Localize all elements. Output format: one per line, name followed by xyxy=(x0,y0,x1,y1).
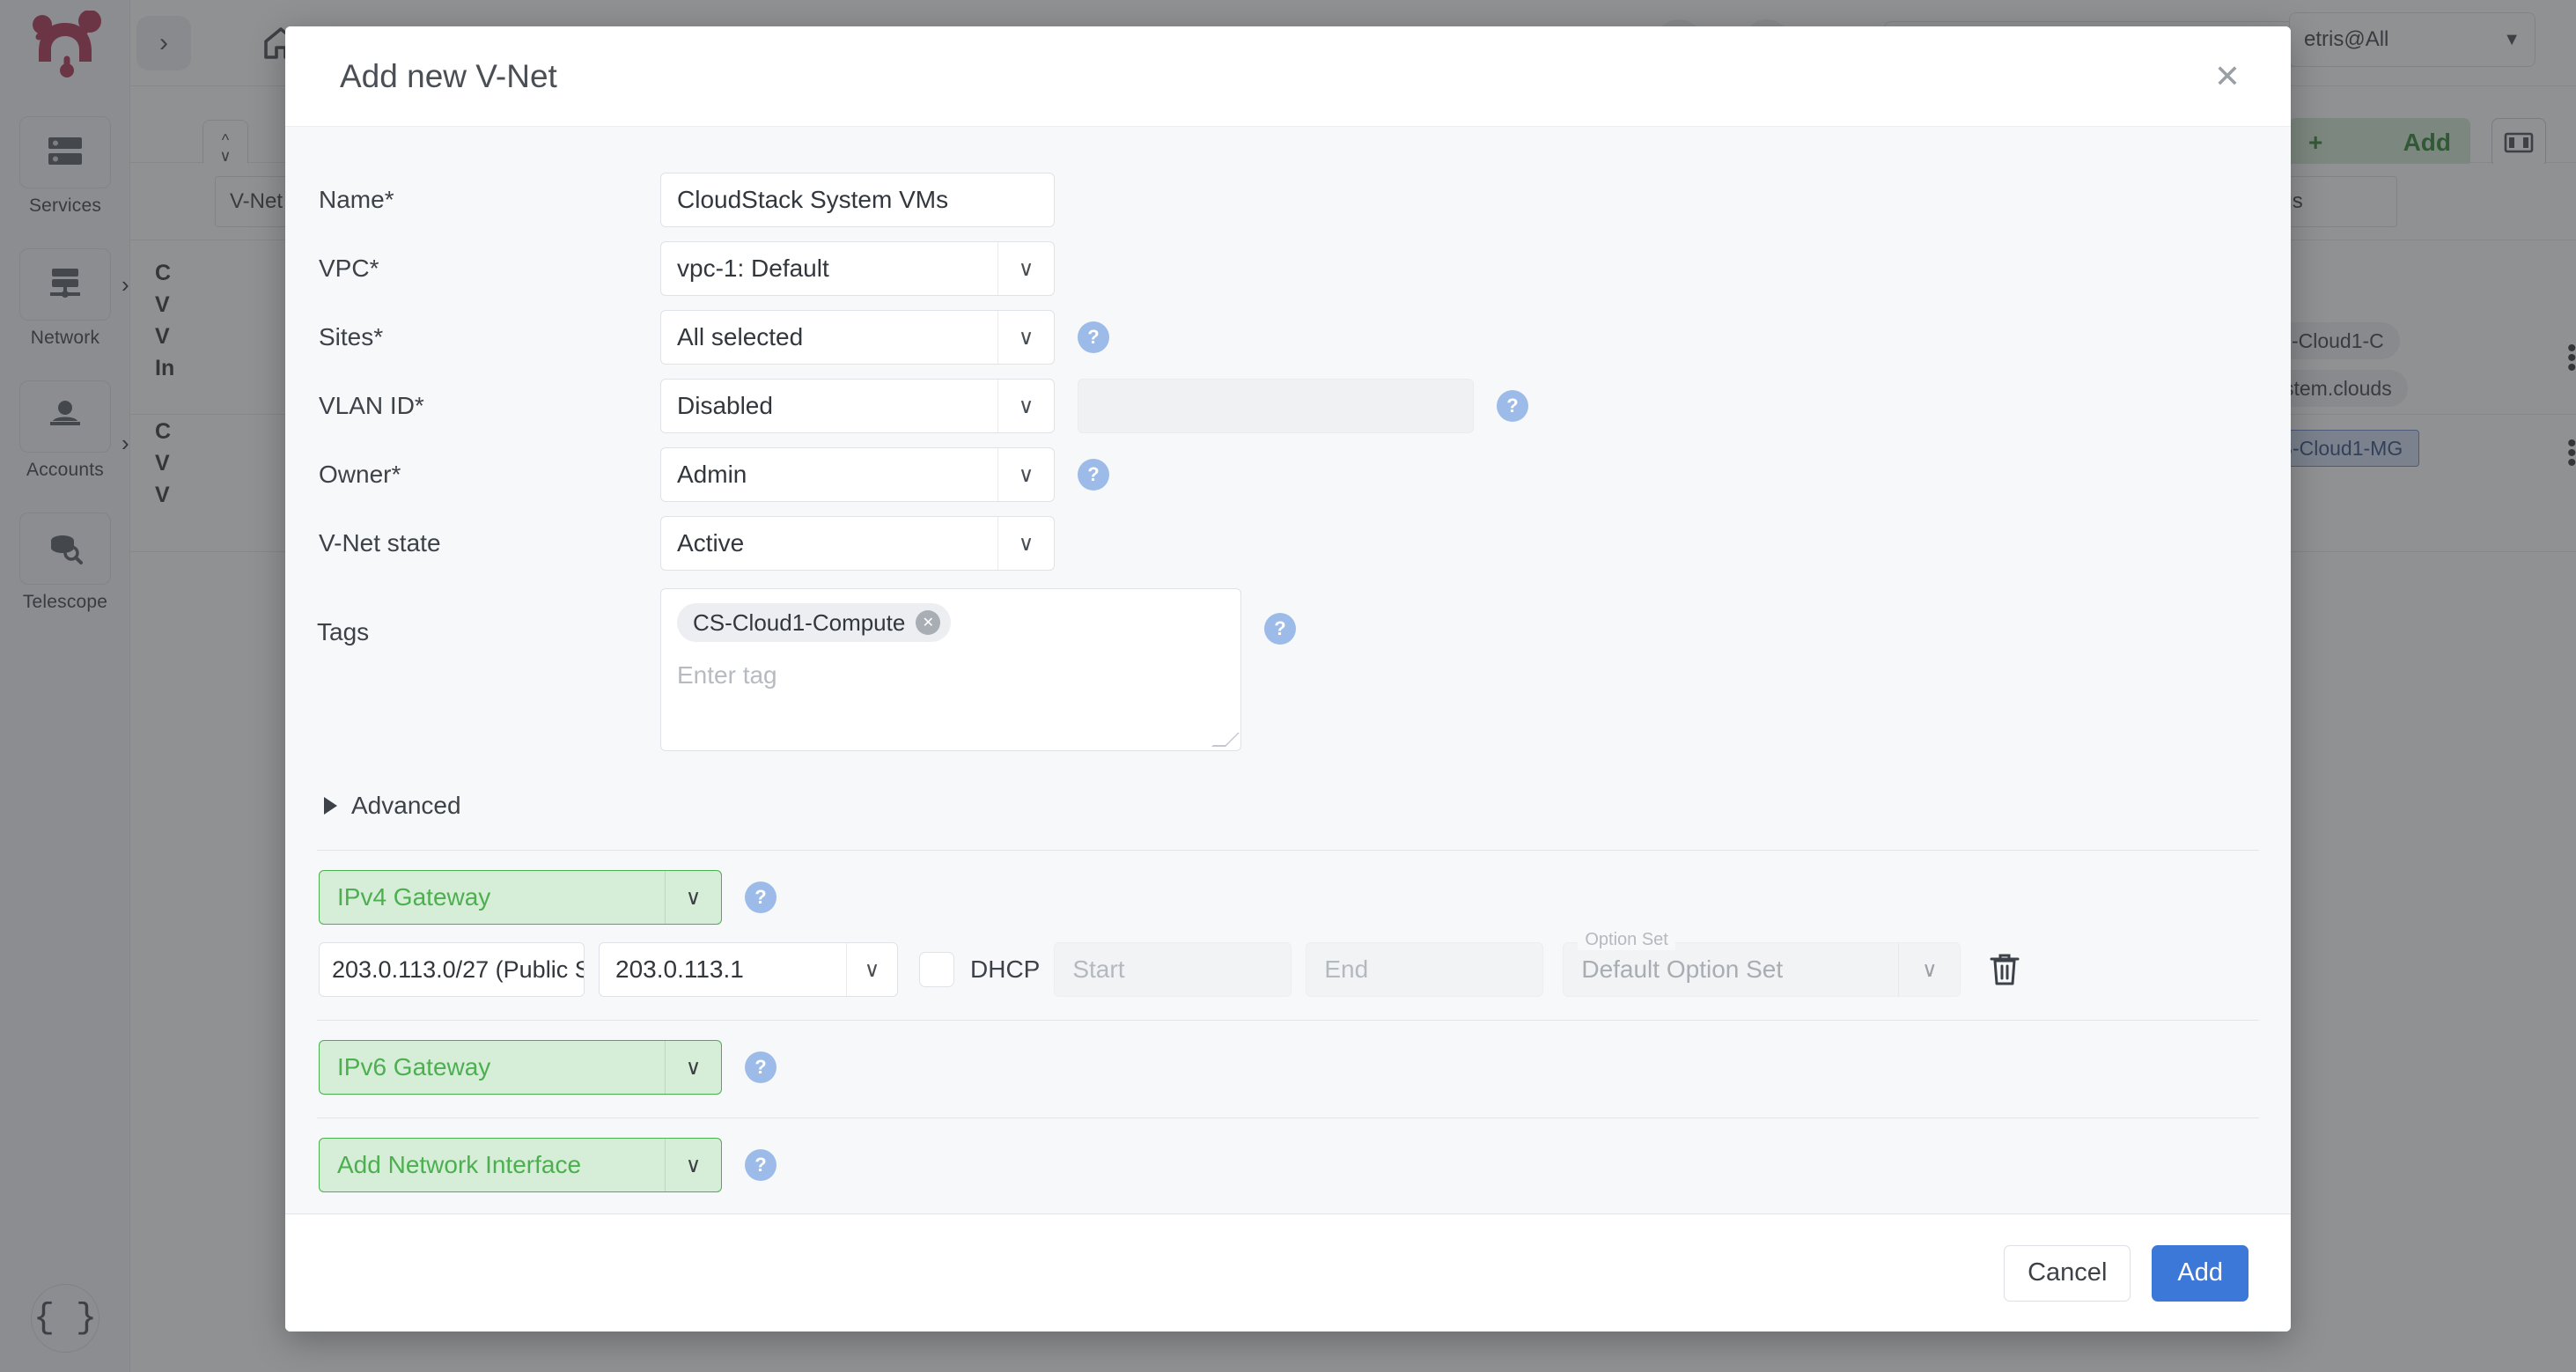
dhcp-end-input[interactable]: End xyxy=(1306,942,1543,997)
dhcp-label: DHCP xyxy=(970,955,1040,984)
dialog-title: Add new V-Net xyxy=(340,58,557,95)
tag-chip[interactable]: CS-Cloud1-Compute ✕ xyxy=(677,603,951,642)
field-row-sites: Sites* All selected ∨ ? xyxy=(317,303,2259,372)
owner-select-value: Admin xyxy=(677,461,747,489)
vnet-state-value: Active xyxy=(677,529,744,557)
resize-handle[interactable] xyxy=(1211,733,1240,747)
chevron-down-icon: ∨ xyxy=(997,517,1054,570)
ipv6-gateway-label: IPv6 Gateway xyxy=(337,1053,490,1081)
field-label-vnet-state: V-Net state xyxy=(317,529,660,557)
ipv4-gateway-button[interactable]: IPv4 Gateway ∨ xyxy=(319,870,722,925)
vlan-mode-select[interactable]: Disabled ∨ xyxy=(660,379,1055,433)
field-row-vpc: VPC* vpc-1: Default ∨ xyxy=(317,234,2259,303)
ipv4-gateway-section: IPv4 Gateway ∨ ? xyxy=(319,870,2259,925)
option-set-value: Default Option Set xyxy=(1581,955,1783,984)
chevron-down-icon: ∨ xyxy=(997,311,1054,364)
dialog-body: Name* CloudStack System VMs VPC* vpc-1: … xyxy=(285,127,2291,1213)
ipv6-gateway-help-icon[interactable]: ? xyxy=(745,1051,776,1083)
ipv4-gateway-row: 203.0.113.0/27 (Public Subnet f... 203.0… xyxy=(319,942,2259,997)
add-vnet-dialog: Add new V-Net ✕ Name* CloudStack System … xyxy=(285,26,2291,1331)
tags-help-icon[interactable]: ? xyxy=(1264,613,1296,645)
chevron-down-icon: ∨ xyxy=(665,1139,721,1191)
field-label-vlan-id: VLAN ID* xyxy=(317,392,660,420)
trash-icon[interactable] xyxy=(1987,950,2022,989)
field-row-owner: Owner* Admin ∨ ? xyxy=(317,440,2259,509)
dhcp-start-input[interactable]: Start xyxy=(1054,942,1292,997)
vlan-id-help-icon[interactable]: ? xyxy=(1497,390,1528,422)
chevron-down-icon: ∨ xyxy=(665,871,721,924)
vlan-mode-value: Disabled xyxy=(677,392,773,420)
divider xyxy=(317,850,2259,851)
field-row-name: Name* CloudStack System VMs xyxy=(317,166,2259,234)
vpc-select-value: vpc-1: Default xyxy=(677,254,829,283)
field-label-name: Name* xyxy=(317,186,660,214)
dialog-header: Add new V-Net ✕ xyxy=(285,26,2291,127)
chevron-down-icon: ∨ xyxy=(997,242,1054,295)
divider xyxy=(317,1020,2259,1021)
sites-help-icon[interactable]: ? xyxy=(1078,321,1109,353)
vlan-id-input xyxy=(1078,379,1474,433)
field-label-tags: Tags xyxy=(317,588,660,646)
triangle-right-icon xyxy=(324,797,337,815)
owner-select[interactable]: Admin ∨ xyxy=(660,447,1055,502)
sites-select-value: All selected xyxy=(677,323,803,351)
advanced-label: Advanced xyxy=(351,792,461,820)
vnet-state-select[interactable]: Active ∨ xyxy=(660,516,1055,571)
cancel-button[interactable]: Cancel xyxy=(2004,1245,2131,1302)
chevron-down-icon: ∨ xyxy=(997,380,1054,432)
sites-select[interactable]: All selected ∨ xyxy=(660,310,1055,365)
add-network-interface-section: Add Network Interface ∨ ? xyxy=(319,1138,2259,1192)
chevron-down-icon: ∨ xyxy=(846,943,897,996)
field-label-vpc: VPC* xyxy=(317,254,660,283)
field-row-vnet-state: V-Net state Active ∨ xyxy=(317,509,2259,578)
gateway-ip-value: 203.0.113.1 xyxy=(615,955,744,984)
field-row-vlan-id: VLAN ID* Disabled ∨ ? xyxy=(317,372,2259,440)
add-button[interactable]: Add xyxy=(2152,1245,2248,1302)
add-network-interface-label: Add Network Interface xyxy=(337,1151,581,1179)
dhcp-checkbox[interactable] xyxy=(919,952,954,987)
close-icon[interactable]: ✕ xyxy=(2204,54,2250,100)
ipv6-gateway-button[interactable]: IPv6 Gateway ∨ xyxy=(319,1040,722,1095)
option-set-select[interactable]: Option Set Default Option Set ∨ xyxy=(1563,942,1961,997)
field-label-sites: Sites* xyxy=(317,323,660,351)
dialog-footer: Cancel Add xyxy=(285,1213,2291,1331)
chevron-down-icon: ∨ xyxy=(665,1041,721,1094)
gateway-ip-select[interactable]: 203.0.113.1 ∨ xyxy=(599,942,898,997)
vpc-select[interactable]: vpc-1: Default ∨ xyxy=(660,241,1055,296)
option-set-legend: Option Set xyxy=(1578,930,1675,950)
name-input[interactable]: CloudStack System VMs xyxy=(660,173,1055,227)
tag-input-placeholder: Enter tag xyxy=(677,661,1225,690)
ipv6-gateway-section: IPv6 Gateway ∨ ? xyxy=(319,1040,2259,1095)
add-network-interface-button[interactable]: Add Network Interface ∨ xyxy=(319,1138,722,1192)
tags-input[interactable]: CS-Cloud1-Compute ✕ Enter tag xyxy=(660,588,1241,751)
ipv4-gateway-label: IPv4 Gateway xyxy=(337,883,490,911)
chevron-down-icon: ∨ xyxy=(997,448,1054,501)
subnet-select[interactable]: 203.0.113.0/27 (Public Subnet f... xyxy=(319,942,585,997)
owner-help-icon[interactable]: ? xyxy=(1078,459,1109,491)
add-network-interface-help-icon[interactable]: ? xyxy=(745,1149,776,1181)
ipv4-gateway-help-icon[interactable]: ? xyxy=(745,881,776,913)
field-row-tags: Tags CS-Cloud1-Compute ✕ Enter tag ? xyxy=(317,588,2259,751)
tag-chip-label: CS-Cloud1-Compute xyxy=(693,609,905,637)
advanced-toggle[interactable]: Advanced xyxy=(324,792,2259,820)
field-label-owner: Owner* xyxy=(317,461,660,489)
chevron-down-icon: ∨ xyxy=(1898,943,1960,996)
remove-tag-icon[interactable]: ✕ xyxy=(916,610,940,635)
